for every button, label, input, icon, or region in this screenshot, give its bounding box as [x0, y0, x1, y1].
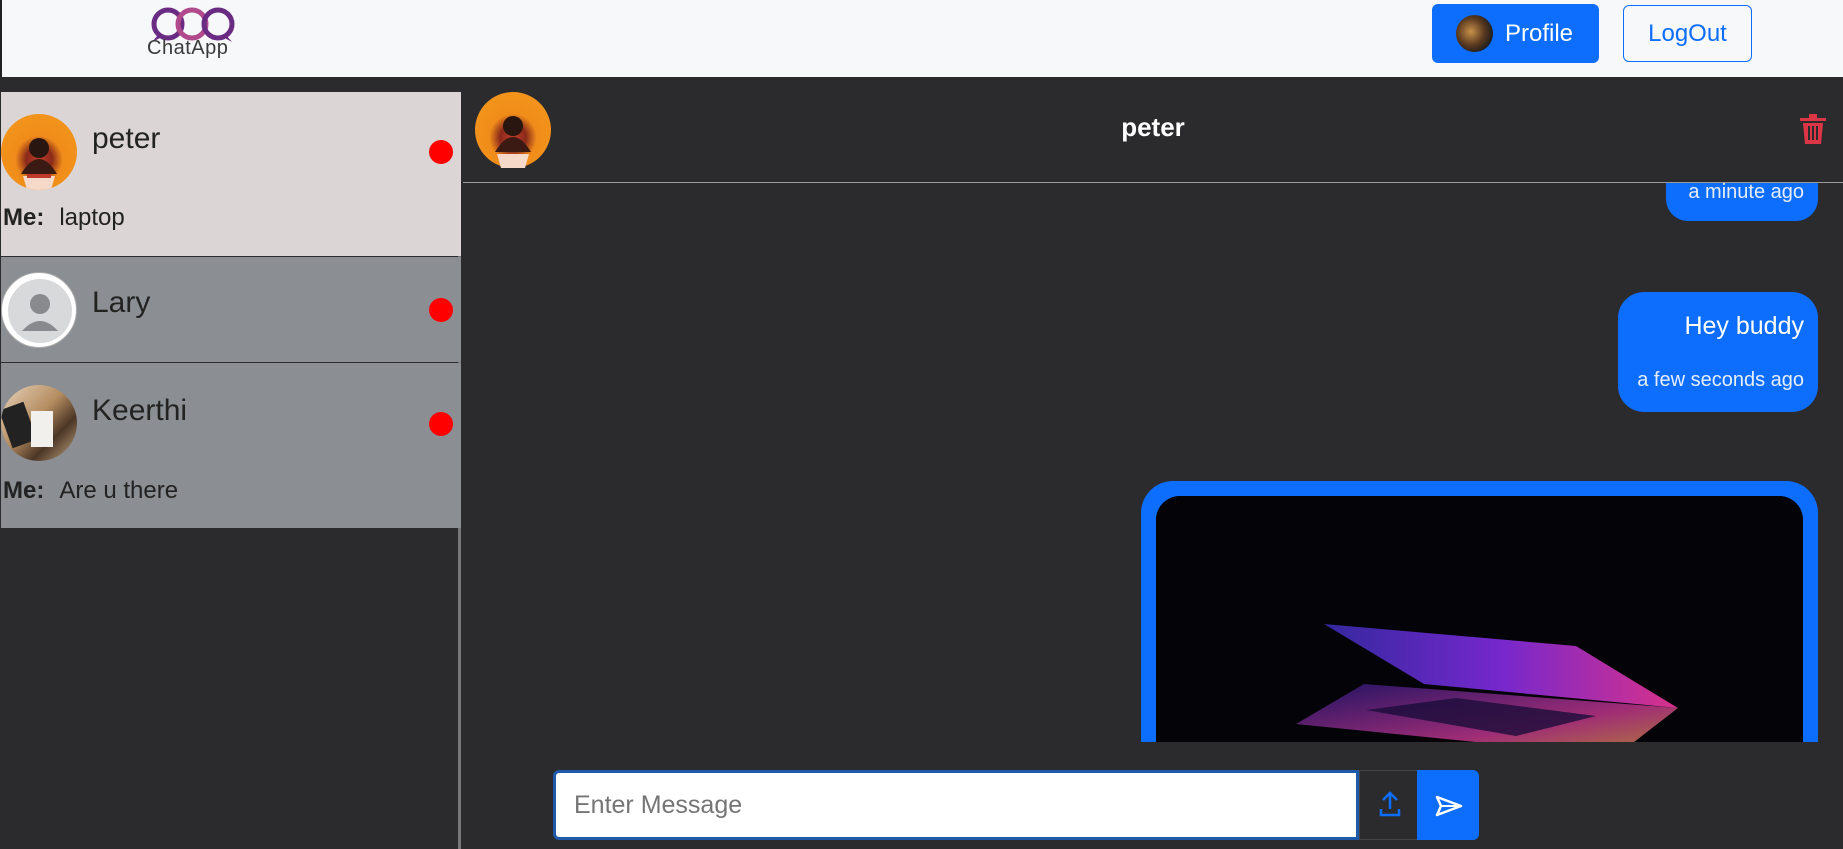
trash-icon[interactable]: [1800, 114, 1826, 144]
last-message-text: laptop: [59, 204, 125, 231]
avatar: [1, 385, 77, 461]
laptop-image[interactable]: [1156, 496, 1803, 742]
logout-button[interactable]: LogOut: [1623, 5, 1752, 62]
logo-text: ChatApp: [147, 37, 229, 59]
avatar: [1, 272, 77, 348]
sender-label: Me:: [3, 477, 45, 504]
upload-icon: [1379, 791, 1401, 817]
image-message-bubble: [1141, 481, 1818, 742]
send-button[interactable]: [1417, 770, 1479, 840]
last-message: Me: laptop: [3, 204, 125, 232]
message-bubble: Hey buddy a few seconds ago: [1618, 292, 1818, 412]
unread-indicator: [429, 412, 453, 436]
message-bubble: a minute ago: [1666, 183, 1818, 221]
message-text: Hey buddy: [1684, 312, 1804, 340]
profile-avatar: [1456, 15, 1493, 52]
message-time: a few seconds ago: [1637, 369, 1804, 391]
contact-name: peter: [1121, 112, 1185, 142]
last-message-text: Are u there: [59, 477, 179, 504]
chat-item-lary[interactable]: Lary: [1, 257, 461, 362]
chat-name: Lary: [92, 286, 151, 319]
profile-button[interactable]: Profile: [1432, 4, 1599, 63]
chat-item-keerthi[interactable]: Keerthi Me: Are u there: [1, 363, 461, 528]
message-composer: [553, 770, 1479, 840]
chat-list-sidebar: peter Me: laptop Lary Keerthi Me: Are u th…: [0, 92, 461, 849]
last-message: Me: Are u there: [3, 477, 178, 505]
chat-name: Keerthi: [92, 394, 188, 427]
message-list[interactable]: a minute ago Hey buddy a few seconds ago: [463, 183, 1843, 742]
upload-button[interactable]: [1359, 770, 1419, 840]
avatar: [1, 114, 77, 190]
chat-name: peter: [92, 122, 161, 155]
navbar: ChatApp Profile LogOut: [0, 0, 1843, 77]
sender-label: Me:: [3, 204, 45, 231]
profile-label: Profile: [1505, 19, 1574, 47]
message-input[interactable]: [553, 770, 1359, 840]
unread-indicator: [429, 298, 453, 322]
unread-indicator: [429, 140, 453, 164]
chat-header: peter: [463, 92, 1843, 183]
chat-item-peter[interactable]: peter Me: laptop: [1, 92, 461, 256]
send-icon: [1435, 795, 1463, 817]
message-time: a minute ago: [1688, 183, 1804, 203]
